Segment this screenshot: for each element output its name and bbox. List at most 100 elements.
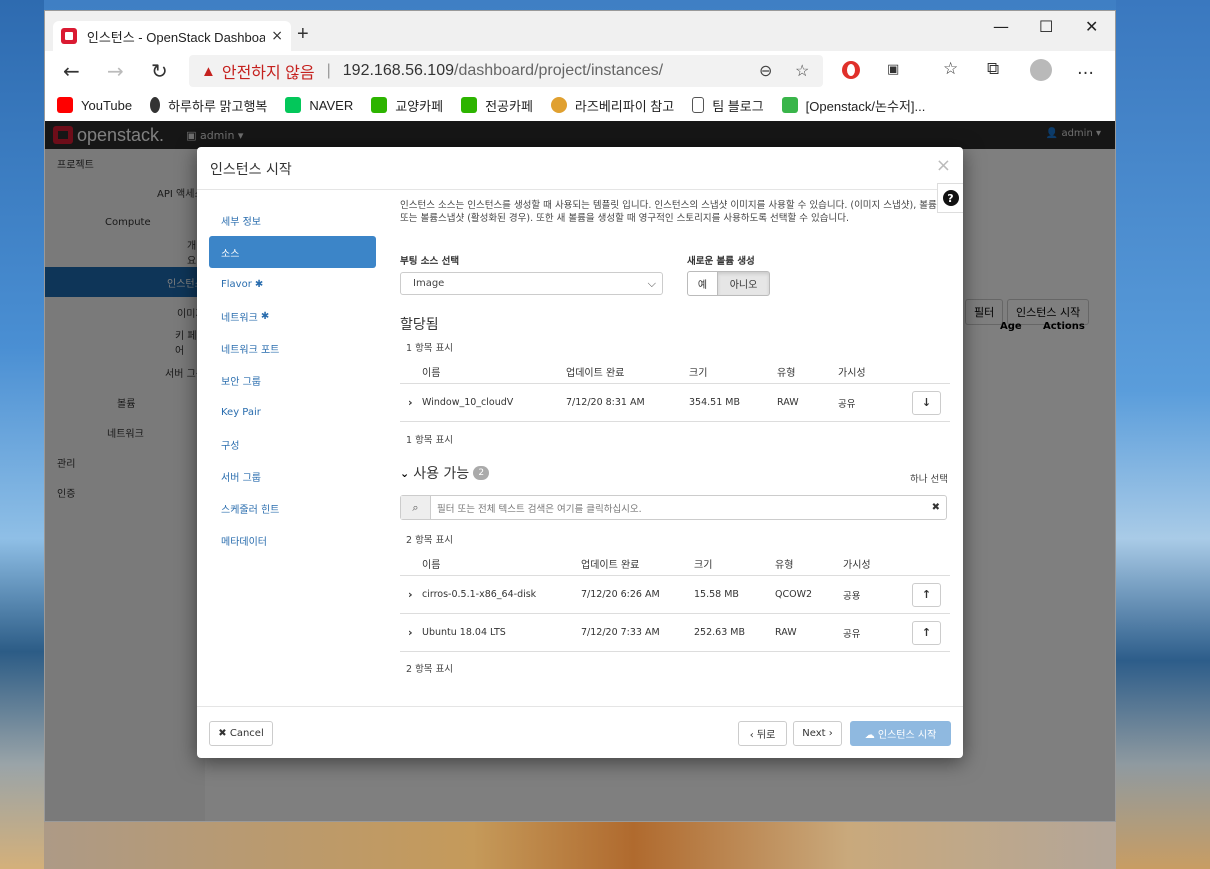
- clear-filter-icon[interactable]: ✖: [932, 502, 946, 513]
- new-volume-no[interactable]: 아니오: [718, 271, 770, 296]
- bookmark-raspberry[interactable]: 라즈베리파이 참고: [550, 96, 674, 115]
- bookmark-teamblog[interactable]: 팀 블로그: [692, 96, 764, 115]
- browser-tab[interactable]: 인스턴스 - OpenStack Dashboard ×: [53, 21, 291, 51]
- bookmark-naver[interactable]: NAVER: [285, 97, 353, 113]
- step-security-groups[interactable]: 보안 그룹: [209, 364, 376, 396]
- col-visibility[interactable]: 가시성: [838, 364, 866, 379]
- launch-instance-submit-button[interactable]: ☁ 인스턴스 시작: [850, 721, 951, 746]
- available-table: 이름 업데이트 완료 크기 유형 가시성 › cirros-0.5.1-x86_…: [400, 551, 950, 652]
- step-key-pair[interactable]: Key Pair: [209, 396, 376, 428]
- image-visibility: 공유: [838, 398, 856, 410]
- cafe-icon: [461, 97, 478, 113]
- reload-icon[interactable]: ↻: [151, 59, 168, 83]
- boot-source-select[interactable]: Image ⌵: [400, 272, 663, 295]
- step-source[interactable]: 소스: [209, 236, 376, 268]
- more-menu-icon[interactable]: …: [1077, 59, 1094, 79]
- col-updated[interactable]: 업데이트 완료: [581, 556, 639, 571]
- minimize-button[interactable]: —: [993, 17, 1009, 36]
- bookmark-openstack[interactable]: [Openstack/논수저]...: [781, 96, 925, 115]
- collections-icon[interactable]: ⧉: [987, 59, 999, 79]
- url-host: 192.168.56.109: [342, 62, 454, 79]
- boot-source-label: 부팅 소스 선택: [400, 256, 460, 267]
- bookmark-blog[interactable]: 하루하루 맑고행복: [150, 96, 267, 115]
- url-path: /dashboard/project/instances/: [454, 62, 664, 79]
- address-bar[interactable]: ▲ 안전하지 않음 | 192.168.56.109/dashboard/pro…: [189, 55, 823, 87]
- required-asterisk-icon: ✱: [254, 278, 264, 290]
- url-text[interactable]: 192.168.56.109/dashboard/project/instanc…: [343, 62, 663, 80]
- help-icon: ?: [942, 190, 959, 206]
- image-type: RAW: [777, 397, 799, 408]
- step-label: 서버 그룹: [221, 472, 261, 484]
- address-separator: |: [326, 62, 331, 79]
- step-label: 세부 정보: [221, 216, 261, 228]
- boot-source-value: Image: [413, 278, 445, 289]
- back-button[interactable]: ‹ 뒤로: [738, 721, 787, 746]
- chevron-right-icon[interactable]: ›: [408, 588, 413, 601]
- allocated-title: 할당됨: [400, 317, 439, 333]
- new-tab-button[interactable]: +: [297, 23, 309, 46]
- modal-close-icon[interactable]: ×: [936, 155, 951, 176]
- chevron-right-icon[interactable]: ›: [408, 396, 413, 409]
- required-asterisk-icon: ✱: [260, 310, 270, 322]
- wizard-steps: 세부 정보 소스 Flavor ✱ 네트워크 ✱ 네트워크 포트 보안 그룹 Key…: [209, 204, 376, 556]
- available-header[interactable]: ⌄ 사용 가능 2: [400, 463, 490, 483]
- filter-placeholder[interactable]: 필터 또는 전체 텍스트 검색은 여기를 클릭하십시오.: [431, 501, 932, 515]
- allocated-table: 이름 업데이트 완료 크기 유형 가시성 › Window_10_cloudV …: [400, 359, 950, 422]
- table-row: › Window_10_cloudV 7/12/20 8:31 AM 354.5…: [400, 384, 950, 422]
- zoom-icon[interactable]: ⊖: [759, 61, 772, 81]
- profile-avatar[interactable]: [1030, 59, 1052, 81]
- available-filter[interactable]: ⌕ 필터 또는 전체 텍스트 검색은 여기를 클릭하십시오. ✖: [400, 495, 947, 520]
- col-visibility[interactable]: 가시성: [843, 556, 871, 571]
- opera-extension-icon[interactable]: [842, 61, 860, 79]
- col-size[interactable]: 크기: [689, 364, 707, 379]
- blog-icon: [781, 97, 798, 113]
- step-flavor[interactable]: Flavor ✱: [209, 268, 376, 300]
- select-one-text: 하나 선택: [910, 474, 948, 485]
- favorite-star-icon[interactable]: ☆: [795, 61, 809, 81]
- step-details[interactable]: 세부 정보: [209, 204, 376, 236]
- cancel-button[interactable]: ✖ Cancel: [209, 721, 273, 746]
- bookmark-youtube[interactable]: YouTube: [57, 97, 132, 113]
- modal-title: 인스턴스 시작: [210, 162, 292, 178]
- step-configuration[interactable]: 구성: [209, 428, 376, 460]
- help-button[interactable]: ?: [937, 183, 963, 213]
- step-network-ports[interactable]: 네트워크 포트: [209, 332, 376, 364]
- col-name[interactable]: 이름: [422, 364, 440, 379]
- security-warning-label[interactable]: 안전하지 않음: [222, 59, 315, 83]
- step-metadata[interactable]: 메타데이터: [209, 524, 376, 556]
- forward-arrow-icon[interactable]: →: [107, 59, 124, 83]
- next-button[interactable]: Next ›: [793, 721, 842, 746]
- warning-triangle-icon: ▲: [201, 62, 216, 80]
- back-arrow-icon[interactable]: ←: [63, 59, 80, 83]
- favorites-list-icon[interactable]: ☆: [943, 59, 958, 79]
- bookmark-cafe2[interactable]: 전공카페: [461, 96, 533, 115]
- tab-close-icon[interactable]: ×: [271, 28, 283, 44]
- allocate-arrow-up-icon[interactable]: ↑: [912, 620, 941, 645]
- allocate-arrow-up-icon[interactable]: ↑: [912, 582, 941, 607]
- image-name: Ubuntu 18.04 LTS: [422, 627, 506, 638]
- window-close-button[interactable]: ✕: [1085, 17, 1098, 36]
- tab-title: 인스턴스 - OpenStack Dashboard: [86, 29, 266, 45]
- modal-header: 인스턴스 시작 ×: [197, 147, 963, 190]
- maximize-button[interactable]: ☐: [1039, 17, 1053, 36]
- col-updated[interactable]: 업데이트 완료: [566, 364, 624, 379]
- col-size[interactable]: 크기: [694, 556, 712, 571]
- launch-instance-modal: 인스턴스 시작 × ? 세부 정보 소스 Flavor ✱ 네트워크 ✱ 네트워크 …: [197, 147, 963, 758]
- step-scheduler-hints[interactable]: 스케줄러 힌트: [209, 492, 376, 524]
- new-volume-yes[interactable]: 예: [687, 271, 718, 296]
- step-label: 소스: [221, 248, 240, 260]
- chevron-right-icon[interactable]: ›: [408, 626, 413, 639]
- col-type[interactable]: 유형: [777, 364, 795, 379]
- bookmark-cafe1[interactable]: 교양카페: [371, 96, 443, 115]
- browser-titlebar: 인스턴스 - OpenStack Dashboard × + — ☐ ✕: [45, 11, 1115, 51]
- col-type[interactable]: 유형: [775, 556, 793, 571]
- step-server-groups[interactable]: 서버 그룹: [209, 460, 376, 492]
- deallocate-arrow-down-icon[interactable]: ↓: [912, 390, 941, 415]
- available-title: 사용 가능: [413, 466, 470, 482]
- step-networks[interactable]: 네트워크 ✱: [209, 300, 376, 332]
- image-visibility: 공유: [843, 628, 861, 640]
- col-name[interactable]: 이름: [422, 556, 440, 571]
- table-header: 이름 업데이트 완료 크기 유형 가시성: [400, 359, 950, 384]
- allocated-count-bottom: 1 항목 표시: [406, 435, 454, 446]
- media-extension-icon[interactable]: ▣: [887, 62, 899, 77]
